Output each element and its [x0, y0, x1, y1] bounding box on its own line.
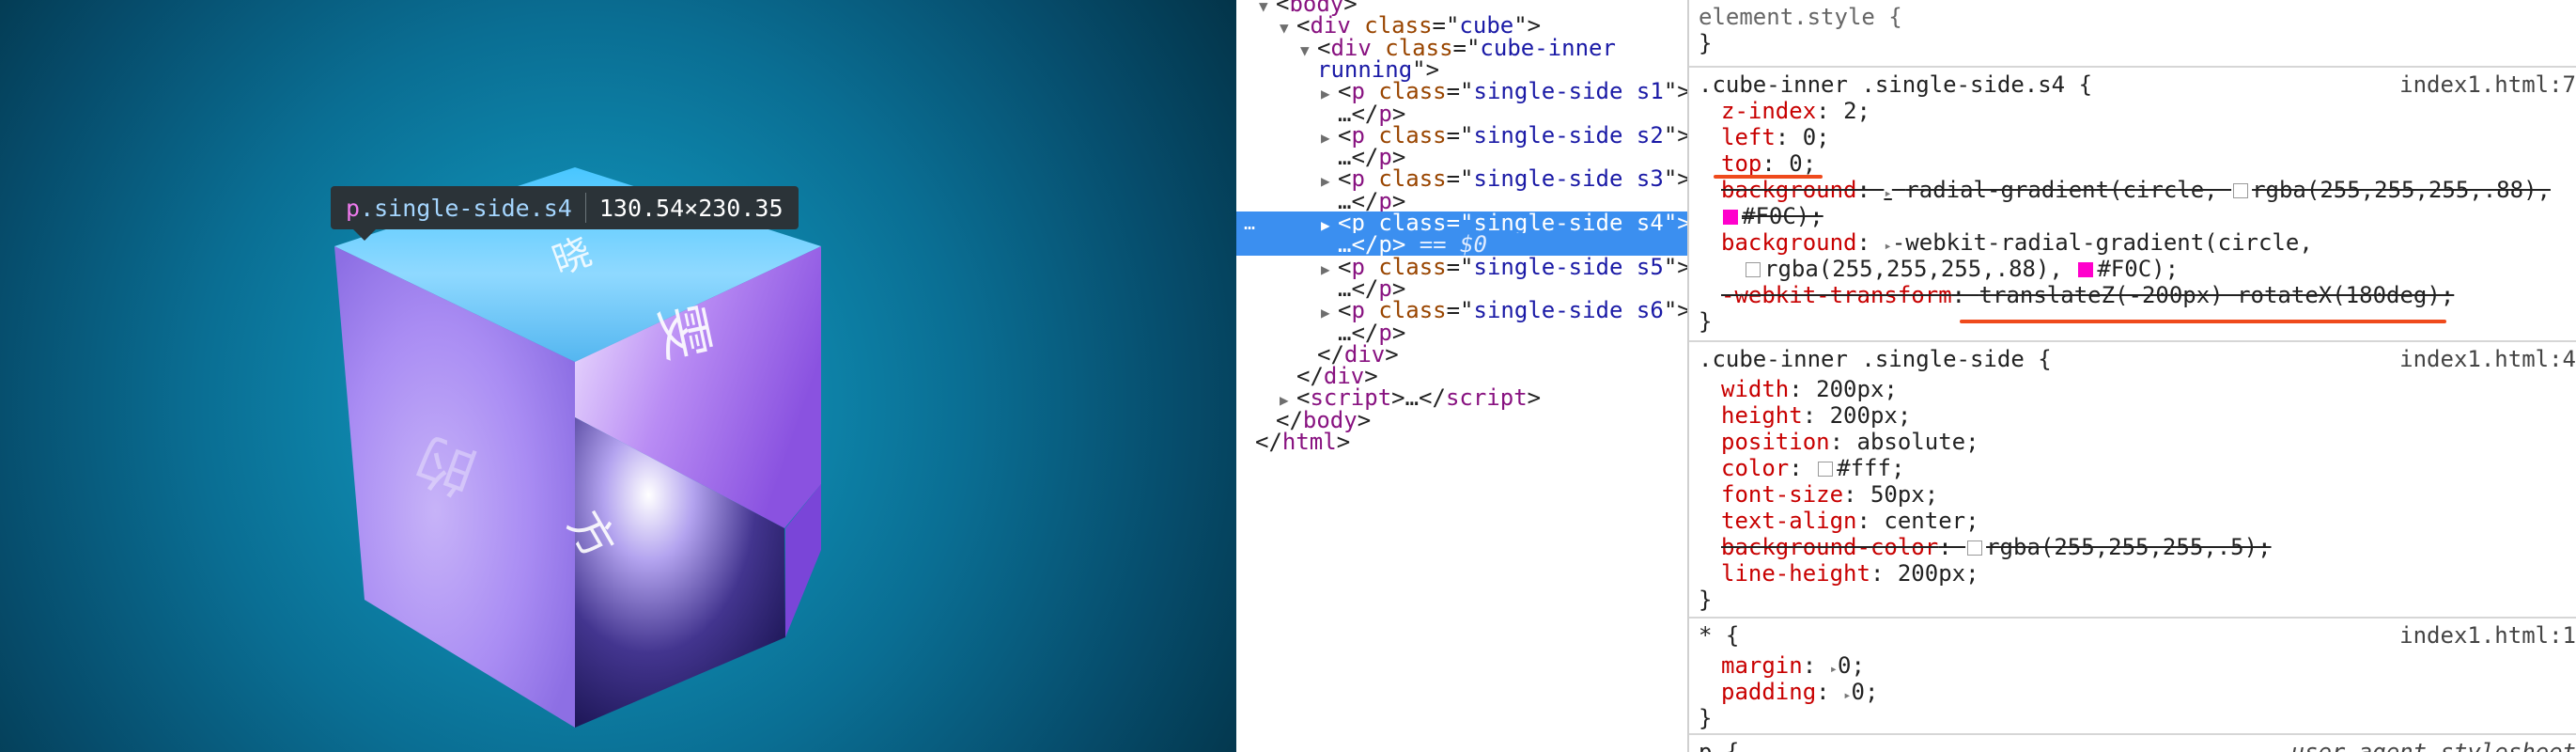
dom-node-line[interactable]: ▶ <p class="single-side s3">	[1236, 167, 1687, 190]
styles-panel[interactable]: element.style { } .cube-inner .single-si…	[1689, 0, 2576, 752]
expand-caret-icon[interactable]: ▸	[1830, 662, 1838, 677]
expand-caret-icon[interactable]: ▸	[1884, 239, 1891, 254]
color-swatch[interactable]	[1818, 462, 1834, 477]
page-preview[interactable]: 晓 雯 的 方 p .single-side.s4 130.54×230.35	[0, 0, 1236, 752]
rule-element-style[interactable]: element.style { }	[1689, 0, 2576, 64]
dom-token: html	[1281, 429, 1337, 455]
decl-margin[interactable]: margin: ▸0;	[1721, 652, 1865, 679]
tooltip-separator	[584, 193, 586, 223]
rule-close-brace: }	[1699, 308, 1713, 335]
dom-token: ">	[1663, 78, 1689, 105]
tooltip-class: .single-side.s4	[360, 194, 572, 222]
dom-node-line[interactable]: </html>	[1236, 431, 1687, 453]
rule-source-link[interactable]: index1.html:4	[2399, 346, 2576, 372]
dom-node-line[interactable]: ▶ <p class="single-side s1">	[1236, 80, 1687, 102]
dom-token: ">	[1663, 297, 1689, 324]
dom-token: >	[1385, 340, 1399, 368]
dom-node-line[interactable]: …</p>	[1236, 321, 1687, 344]
decl-padding[interactable]: padding: ▸0;	[1721, 679, 1878, 705]
dom-token: >…</	[1391, 384, 1446, 412]
dom-token: single-side s4	[1473, 210, 1664, 236]
element-inspect-tooltip: p .single-side.s4 130.54×230.35	[331, 186, 799, 241]
dom-node-line[interactable]: ▶ <p class="single-side s5">	[1236, 256, 1687, 278]
rule-selector[interactable]: element.style {	[1699, 4, 1902, 30]
dom-node-line[interactable]: ▼ <div class="cube-inner	[1236, 37, 1687, 59]
dom-node-line[interactable]: ▶ <p class="single-side s2">	[1236, 124, 1687, 147]
elements-panel[interactable]: ▼ <body> ▼ <div class="cube"> ▼ <div class="c…	[1236, 0, 1689, 752]
color-swatch[interactable]	[1746, 262, 1761, 277]
color-swatch[interactable]	[1723, 210, 1738, 225]
dom-token: ="	[1446, 121, 1474, 149]
decl-height[interactable]: height: 200px;	[1721, 402, 1911, 429]
dom-token: single-side s2	[1473, 121, 1664, 149]
decl-z-index[interactable]: z-index: 2;	[1721, 98, 1870, 124]
decl-top[interactable]: top: 0;	[1721, 150, 1816, 177]
dom-token: <	[1296, 12, 1311, 39]
decl-width[interactable]: width: 200px;	[1721, 376, 1898, 402]
decl-background-color[interactable]: background-color: rgba(255,255,255,.5);	[1721, 534, 2272, 560]
dom-token: ="	[1446, 253, 1474, 280]
decl-line-height[interactable]: line-height: 200px;	[1721, 560, 1979, 587]
decl-font-size[interactable]: font-size: 50px;	[1721, 481, 1938, 508]
dom-token: >	[1336, 429, 1351, 455]
decl-background[interactable]: background: ▸-webkit-radial-gradient(cir…	[1721, 229, 2313, 256]
rule-source-link[interactable]: index1.html:1	[2399, 622, 2576, 649]
decl-color[interactable]: color: #fff;	[1721, 455, 1904, 481]
dom-token: ">	[1663, 210, 1689, 236]
decl-position[interactable]: position: absolute;	[1721, 429, 1979, 455]
dom-token: script	[1445, 384, 1528, 412]
dom-token: ">	[1663, 253, 1689, 280]
rule-selector[interactable]: .cube-inner .single-side {	[1699, 346, 2052, 372]
rule-universal[interactable]: * { index1.html:1 margin: ▸0; padding: ▸…	[1689, 617, 2576, 733]
expand-caret-icon[interactable]: ▸	[1884, 186, 1891, 201]
dom-token: ">	[1663, 121, 1689, 149]
dom-token: ="	[1446, 297, 1474, 324]
dom-token: ="	[1446, 78, 1474, 105]
rule-selector[interactable]: p {	[1699, 739, 1739, 752]
dom-token: ="	[1452, 34, 1481, 61]
rule-single-side[interactable]: .cube-inner .single-side { index1.html:4…	[1689, 340, 2576, 617]
dom-node-line[interactable]: ▶ <p class="single-side s6">	[1236, 299, 1687, 321]
rule-selector[interactable]: * {	[1699, 622, 1739, 649]
dom-token: >	[1357, 406, 1372, 433]
dom-token: single-side s5	[1473, 253, 1664, 280]
tooltip-tag: p	[346, 194, 361, 222]
decl-background-overridden[interactable]: background: ▸ radial-gradient(circle, rg…	[1721, 177, 2551, 203]
tooltip-size: 130.54×230.35	[598, 194, 784, 222]
rule-close-brace: }	[1699, 30, 1713, 56]
dom-token: single-side s6	[1473, 297, 1664, 324]
rule-user-agent[interactable]: p { user agent stylesheet	[1689, 733, 2576, 752]
decl-webkit-transform[interactable]: -webkit-transform: translateZ(-200px) ro…	[1721, 282, 2454, 308]
rule-source-link[interactable]: index1.html:7	[2399, 71, 2576, 98]
rule-close-brace: }	[1699, 705, 1713, 731]
rule-single-side-s4[interactable]: .cube-inner .single-side.s4 { index1.htm…	[1689, 66, 2576, 338]
dom-token: ">	[1663, 165, 1689, 193]
rule-source-label: user agent stylesheet	[2290, 739, 2576, 752]
selected-row-ellipsis-icon[interactable]: …	[1244, 212, 1255, 234]
tooltip-arrow	[353, 229, 376, 241]
decl-background-overridden-cont: #F0C);	[1721, 203, 1823, 229]
dom-token: >	[1527, 384, 1542, 412]
decl-background-cont: rgba(255,255,255,.88), #F0C);	[1744, 256, 2179, 282]
expand-caret-icon[interactable]: ▸	[1843, 688, 1851, 703]
dom-token: ="	[1446, 165, 1474, 193]
dom-token: cube-inner	[1480, 34, 1616, 61]
color-swatch[interactable]	[2078, 262, 2094, 277]
dom-token: single-side s1	[1473, 78, 1664, 105]
color-swatch[interactable]	[1967, 540, 1983, 556]
decl-left[interactable]: left: 0;	[1721, 124, 1830, 150]
annotation-underline-transform	[1960, 320, 2446, 323]
cube-graphic[interactable]: 晓 雯 的 方	[0, 0, 1236, 752]
dom-token: </	[1255, 429, 1282, 455]
decl-text-align[interactable]: text-align: center;	[1721, 508, 1979, 534]
rule-close-brace: }	[1699, 587, 1713, 613]
rule-selector[interactable]: .cube-inner .single-side.s4 {	[1699, 71, 2092, 98]
color-swatch[interactable]	[2233, 183, 2249, 198]
dom-token: single-side s3	[1473, 165, 1664, 193]
